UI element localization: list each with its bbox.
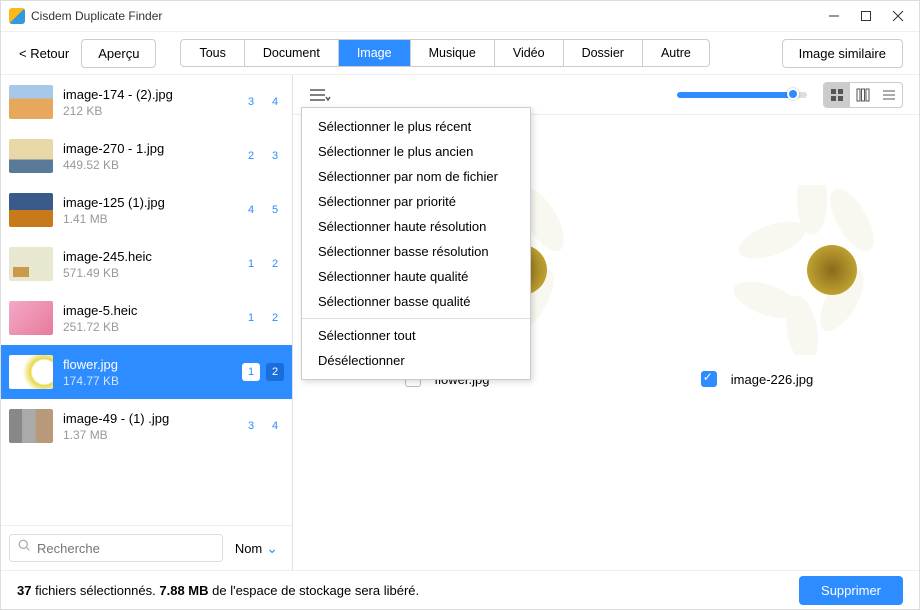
file-size: 1.41 MB <box>63 212 232 226</box>
count-badge: 4 <box>266 417 284 435</box>
similar-image-button[interactable]: Image similaire <box>782 39 903 68</box>
freed-size-label: de l'espace de stockage sera libéré. <box>209 583 420 598</box>
thumbnail <box>9 85 53 119</box>
chevron-down-icon: ⌄ <box>266 540 278 557</box>
delete-button[interactable]: Supprimer <box>799 576 903 605</box>
search-icon <box>18 539 31 557</box>
thumbnail <box>9 247 53 281</box>
list-item[interactable]: flower.jpg 174.77 KB 12 <box>1 345 292 399</box>
filter-video[interactable]: Vidéo <box>495 40 564 66</box>
thumbnail <box>9 355 53 389</box>
search-row: Nom ⌄ <box>1 525 292 570</box>
card-image <box>627 185 887 355</box>
thumbnail <box>9 301 53 335</box>
count-badge: 4 <box>266 93 284 111</box>
slider-thumb[interactable] <box>787 88 799 100</box>
count-badge: 4 <box>242 201 260 219</box>
filter-image[interactable]: Image <box>339 40 411 66</box>
sort-label: Nom <box>235 541 262 556</box>
menu-select-oldest[interactable]: Sélectionner le plus ancien <box>302 139 530 164</box>
card-label: image-226.jpg <box>731 372 813 387</box>
file-size: 174.77 KB <box>63 374 232 388</box>
file-name: image-125 (1).jpg <box>63 195 232 210</box>
maximize-button[interactable] <box>859 9 873 23</box>
file-name: image-270 - 1.jpg <box>63 141 232 156</box>
file-name: image-5.heic <box>63 303 232 318</box>
file-size: 212 KB <box>63 104 232 118</box>
view-toggle <box>823 82 903 108</box>
count-badge: 5 <box>266 201 284 219</box>
search-input[interactable] <box>37 541 214 556</box>
menu-select-high-res[interactable]: Sélectionner haute résolution <box>302 214 530 239</box>
filter-dossier[interactable]: Dossier <box>564 40 643 66</box>
count-badge: 3 <box>242 93 260 111</box>
sidebar: image-174 - (2).jpg212 KB 34 image-270 -… <box>1 75 293 570</box>
list-item[interactable]: image-125 (1).jpg 1.41 MB 45 <box>1 183 292 237</box>
statusbar: 37 fichiers sélectionnés. 7.88 MB de l'e… <box>1 570 919 610</box>
selected-count: 37 <box>17 583 31 598</box>
file-size: 1.37 MB <box>63 428 232 442</box>
list-view-button[interactable] <box>876 83 902 107</box>
duplicate-card[interactable]: image-226.jpg <box>627 185 887 387</box>
menu-select-all[interactable]: Sélectionner tout <box>302 323 530 348</box>
filter-tabs: Tous Document Image Musique Vidéo Dossie… <box>180 39 709 67</box>
count-badge: 3 <box>266 147 284 165</box>
list-item[interactable]: image-5.heic 251.72 KB 12 <box>1 291 292 345</box>
thumbnail <box>9 193 53 227</box>
count-badge: 2 <box>266 255 284 273</box>
file-name: flower.jpg <box>63 357 232 372</box>
count-badge: 2 <box>266 309 284 327</box>
card-checkbox[interactable] <box>701 371 717 387</box>
close-button[interactable] <box>891 9 905 23</box>
filter-tous[interactable]: Tous <box>181 40 244 66</box>
count-badge: 1 <box>242 363 260 381</box>
zoom-slider[interactable] <box>677 92 807 98</box>
menu-deselect[interactable]: Désélectionner <box>302 348 530 373</box>
count-badge: 1 <box>242 309 260 327</box>
content-pane: flower.jpg image-226.jpg Sélectionner le… <box>293 75 919 570</box>
list-item[interactable]: image-49 - (1) .jpg 1.37 MB 34 <box>1 399 292 453</box>
file-size: 449.52 KB <box>63 158 232 172</box>
list-item[interactable]: image-245.heic 571.49 KB 12 <box>1 237 292 291</box>
selected-count-label: fichiers sélectionnés. <box>31 583 159 598</box>
count-badge: 3 <box>242 417 260 435</box>
duplicate-list[interactable]: image-174 - (2).jpg212 KB 34 image-270 -… <box>1 75 292 525</box>
file-name: image-174 - (2).jpg <box>63 87 232 102</box>
list-item[interactable]: image-174 - (2).jpg 212 KB 34 <box>1 75 292 129</box>
thumbnail <box>9 409 53 443</box>
titlebar: Cisdem Duplicate Finder <box>1 1 919 31</box>
sort-select[interactable]: Nom ⌄ <box>229 536 284 561</box>
menu-separator <box>302 318 530 319</box>
preview-button[interactable]: Aperçu <box>81 39 156 68</box>
menu-select-low-quality[interactable]: Sélectionner basse qualité <box>302 289 530 314</box>
filter-autre[interactable]: Autre <box>643 40 709 66</box>
count-badge: 2 <box>242 147 260 165</box>
thumbnail <box>9 139 53 173</box>
count-badge: 2 <box>266 363 284 381</box>
file-name: image-245.heic <box>63 249 232 264</box>
app-icon <box>9 8 25 24</box>
toolbar: < Retour Aperçu Tous Document Image Musi… <box>1 31 919 75</box>
back-button[interactable]: < Retour <box>17 42 71 65</box>
menu-select-by-filename[interactable]: Sélectionner par nom de fichier <box>302 164 530 189</box>
menu-select-by-priority[interactable]: Sélectionner par priorité <box>302 189 530 214</box>
file-size: 571.49 KB <box>63 266 232 280</box>
column-view-button[interactable] <box>850 83 876 107</box>
file-name: image-49 - (1) .jpg <box>63 411 232 426</box>
filter-document[interactable]: Document <box>245 40 339 66</box>
menu-select-high-quality[interactable]: Sélectionner haute qualité <box>302 264 530 289</box>
window-title: Cisdem Duplicate Finder <box>31 9 827 23</box>
count-badge: 1 <box>242 255 260 273</box>
list-item[interactable]: image-270 - 1.jpg 449.52 KB 23 <box>1 129 292 183</box>
file-size: 251.72 KB <box>63 320 232 334</box>
freed-size: 7.88 MB <box>159 583 208 598</box>
menu-select-newest[interactable]: Sélectionner le plus récent <box>302 114 530 139</box>
menu-select-low-res[interactable]: Sélectionner basse résolution <box>302 239 530 264</box>
minimize-button[interactable] <box>827 9 841 23</box>
filter-musique[interactable]: Musique <box>411 40 495 66</box>
selection-menu: Sélectionner le plus récent Sélectionner… <box>301 107 531 380</box>
grid-view-button[interactable] <box>824 83 850 107</box>
selection-menu-button[interactable] <box>309 87 331 103</box>
search-box[interactable] <box>9 534 223 562</box>
